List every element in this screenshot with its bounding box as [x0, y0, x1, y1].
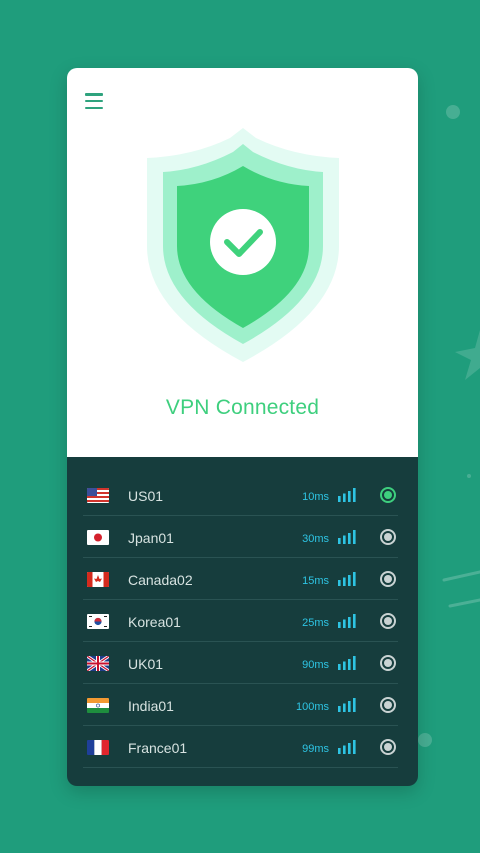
server-ping: 25ms	[302, 617, 329, 629]
server-name: Canada02	[128, 572, 193, 588]
india-flag-icon	[87, 698, 109, 713]
server-select-radio[interactable]	[380, 571, 396, 587]
signal-bars-icon	[338, 656, 356, 670]
server-name: Jpan01	[128, 530, 174, 546]
connection-panel: VPN Connected	[67, 68, 418, 457]
connection-status: VPN Connected	[165, 396, 320, 419]
server-select-radio[interactable]	[380, 487, 396, 503]
japan-flag-icon	[87, 530, 109, 545]
uk-flag-icon	[87, 656, 109, 671]
canada-flag-icon	[87, 572, 109, 587]
server-row-canada02[interactable]: Canada02 15ms	[83, 558, 398, 600]
signal-bars-icon	[338, 530, 356, 544]
background-dot	[467, 474, 471, 478]
server-name: India01	[128, 698, 174, 714]
server-row-uk01[interactable]: UK01 90ms	[83, 642, 398, 684]
server-name: France01	[128, 740, 188, 756]
server-ping: 15ms	[302, 575, 329, 587]
signal-bars-icon	[338, 740, 356, 754]
server-name: Korea01	[128, 614, 181, 630]
background-dot	[446, 105, 460, 119]
server-name: UK01	[128, 656, 164, 672]
background-dot	[418, 733, 432, 747]
server-row-jpan01[interactable]: Jpan01 30ms	[83, 516, 398, 558]
signal-bars-icon	[338, 614, 356, 628]
signal-bars-icon	[338, 488, 356, 502]
server-ping: 90ms	[302, 659, 329, 671]
hamburger-menu-icon[interactable]	[85, 93, 103, 109]
server-ping: 100ms	[295, 701, 329, 713]
server-select-radio[interactable]	[380, 529, 396, 545]
server-ping: 30ms	[302, 533, 329, 545]
server-row-france01[interactable]: France01 99ms	[83, 726, 398, 768]
server-list: US01 10ms Jpan01 30ms Canada02 15ms Kore…	[83, 474, 398, 768]
korea-flag-icon	[87, 614, 109, 629]
us-flag-icon	[87, 488, 109, 503]
server-name: US01	[128, 488, 164, 504]
server-select-radio[interactable]	[380, 655, 396, 671]
server-ping: 99ms	[302, 743, 329, 755]
server-select-radio[interactable]	[380, 613, 396, 629]
background-star-icon	[455, 330, 480, 380]
shield-check-icon	[147, 128, 339, 362]
server-row-us01[interactable]: US01 10ms	[83, 474, 398, 516]
signal-bars-icon	[338, 572, 356, 586]
server-row-india01[interactable]: India01 100ms	[83, 684, 398, 726]
vpn-card: VPN Connected US01 10ms Jpan01 30ms Cana…	[67, 68, 418, 786]
server-ping: 10ms	[302, 491, 329, 503]
server-row-korea01[interactable]: Korea01 25ms	[83, 600, 398, 642]
server-list-panel: US01 10ms Jpan01 30ms Canada02 15ms Kore…	[67, 457, 418, 786]
background-lines	[442, 570, 480, 608]
signal-bars-icon	[338, 698, 356, 712]
server-select-radio[interactable]	[380, 697, 396, 713]
server-select-radio[interactable]	[380, 739, 396, 755]
france-flag-icon	[87, 740, 109, 755]
